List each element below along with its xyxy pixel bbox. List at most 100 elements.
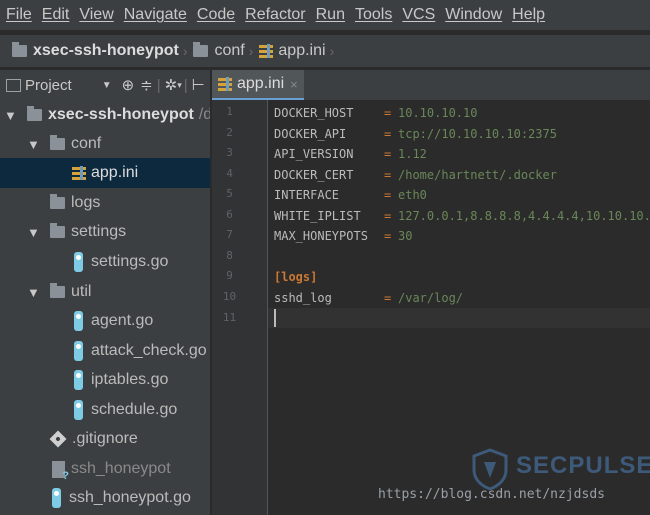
ini-file-icon	[259, 44, 274, 58]
tree-item-ssh-honeypot-go[interactable]: ssh_honeypot.go	[0, 483, 210, 513]
line-number: 5	[226, 187, 233, 200]
tree-item-conf[interactable]: ▼ conf	[0, 129, 210, 159]
ini-value: 10.10.10.10	[398, 106, 478, 120]
ini-key: DOCKER_API	[274, 127, 347, 141]
dropdown-small-icon[interactable]: ▾	[177, 80, 182, 91]
line-number: 7	[226, 228, 233, 241]
hide-icon[interactable]: ⊢	[192, 76, 205, 94]
expand-arrow-icon[interactable]: ▼	[27, 137, 40, 152]
ini-key: MAX_HONEYPOTS	[274, 229, 368, 243]
code-line-section: [logs]	[274, 267, 317, 287]
folder-icon	[27, 106, 42, 121]
go-file-icon	[74, 341, 83, 361]
shield-logo-icon	[472, 448, 508, 490]
breadcrumb-file-label: app.ini	[278, 42, 326, 59]
menu-navigate[interactable]: Navigate	[118, 6, 191, 24]
breadcrumb-file[interactable]: app.ini	[259, 42, 326, 60]
ini-file-icon	[72, 166, 86, 180]
chevron-right-icon: ›	[329, 43, 335, 59]
line-number: 6	[226, 208, 233, 221]
line-number: 11	[222, 311, 237, 324]
divider: |	[183, 76, 188, 94]
expand-arrow-icon[interactable]: ▼	[4, 108, 17, 123]
ini-key: DOCKER_CERT	[274, 168, 354, 182]
dropdown-icon[interactable]: ▼	[102, 80, 112, 91]
project-tree: ▼ xsec-ssh-honeypot /data ▼ conf app.ini…	[0, 100, 210, 515]
line-number: 4	[226, 167, 233, 180]
current-line-highlight	[268, 308, 650, 328]
menu-code[interactable]: Code	[191, 6, 239, 24]
ini-value: 30	[398, 229, 413, 243]
collapse-icon[interactable]: ≑	[140, 76, 153, 94]
menu-view[interactable]: View	[73, 6, 117, 24]
watermark-brand: SECPULSE	[516, 452, 650, 479]
menu-vcs[interactable]: VCS	[396, 6, 439, 24]
tree-item-settings-go[interactable]: settings.go	[0, 247, 210, 277]
ini-file-icon	[218, 77, 232, 91]
menu-tools[interactable]: Tools	[349, 6, 396, 24]
globe-icon[interactable]: ⊕	[122, 76, 135, 94]
ini-equals: =	[384, 229, 392, 243]
tree-item-ssh-honeypot[interactable]: ssh_honeypot	[0, 454, 210, 484]
code-line: DOCKER_HOST = 10.10.10.10	[274, 103, 477, 123]
menu-window[interactable]: Window	[439, 6, 506, 24]
chevron-right-icon: ›	[182, 43, 188, 59]
tree-item-app-ini[interactable]: app.ini	[0, 158, 210, 188]
expand-arrow-icon[interactable]: ▼	[27, 225, 40, 240]
tree-item-schedule-go[interactable]: schedule.go	[0, 395, 210, 425]
line-number-gutter: 1 2 3 4 5 6 7 8 9 10 11	[212, 100, 268, 515]
folder-icon	[193, 42, 209, 57]
go-file-icon	[74, 311, 83, 331]
menu-refactor[interactable]: Refactor	[239, 6, 309, 24]
folder-icon	[50, 194, 65, 209]
tab-label: app.ini	[237, 75, 285, 92]
tree-item-attack-check-go[interactable]: attack_check.go	[0, 336, 210, 366]
tree-item-label: ssh_honeypot.go	[69, 489, 191, 506]
menu-help[interactable]: Help	[506, 6, 549, 24]
ini-value: eth0	[398, 188, 427, 202]
tree-item-settings[interactable]: ▼ settings	[0, 217, 210, 247]
code-line: sshd_log = /var/log/	[274, 288, 463, 308]
ini-key: INTERFACE	[274, 188, 340, 202]
menu-edit[interactable]: Edit	[36, 6, 74, 24]
ini-value: /home/hartnett/.docker	[398, 168, 557, 182]
tree-item-util[interactable]: ▼ util	[0, 277, 210, 307]
tree-item-logs[interactable]: logs	[0, 188, 210, 218]
expand-arrow-icon[interactable]: ▼	[27, 285, 40, 300]
code-line: DOCKER_CERT = /home/hartnett/.docker	[274, 165, 557, 185]
ini-key: DOCKER_HOST	[274, 106, 354, 120]
tree-item-label: iptables.go	[91, 371, 169, 388]
menu-run[interactable]: Run	[310, 6, 349, 24]
tree-item-label: util	[71, 283, 92, 300]
watermark: SECPULSE	[470, 448, 650, 490]
line-number: 1	[226, 105, 233, 118]
menu-file[interactable]: File	[0, 6, 36, 24]
ini-equals: =	[384, 127, 392, 141]
settings-icon[interactable]: ✲	[165, 76, 178, 94]
ini-section: [logs]	[274, 270, 318, 284]
ini-key: sshd_log	[274, 291, 332, 305]
breadcrumb-project-label: xsec-ssh-honeypot	[33, 42, 179, 59]
tree-item-iptables-go[interactable]: iptables.go	[0, 365, 210, 395]
line-number: 9	[226, 269, 233, 282]
ini-equals: =	[384, 106, 392, 120]
line-number: 2	[226, 126, 233, 139]
breadcrumb-project[interactable]: xsec-ssh-honeypot	[12, 42, 179, 60]
tree-item-gitignore[interactable]: .gitignore	[0, 424, 210, 454]
tree-item-root[interactable]: ▼ xsec-ssh-honeypot /data	[0, 100, 210, 130]
tree-item-label: xsec-ssh-honeypot	[48, 106, 194, 123]
breadcrumb-folder[interactable]: conf	[193, 42, 245, 60]
ini-key: WHITE_IPLIST	[274, 209, 361, 223]
folder-icon	[50, 135, 65, 150]
menu-bar: File Edit View Navigate Code Refactor Ru…	[0, 0, 650, 30]
ini-value: /var/log/	[398, 291, 464, 305]
go-file-icon	[74, 370, 83, 390]
project-view-label[interactable]: Project	[25, 77, 72, 94]
tree-item-agent-go[interactable]: agent.go	[0, 306, 210, 336]
go-file-icon	[74, 252, 83, 272]
ini-value: 1.12	[398, 147, 427, 161]
close-icon[interactable]: ×	[290, 77, 298, 92]
unknown-file-icon	[52, 460, 69, 482]
tab-app-ini[interactable]: app.ini ×	[212, 70, 304, 100]
code-line: WHITE_IPLIST = 127.0.0.1,8.8.8.8,4.4.4.4,1…	[274, 206, 650, 226]
